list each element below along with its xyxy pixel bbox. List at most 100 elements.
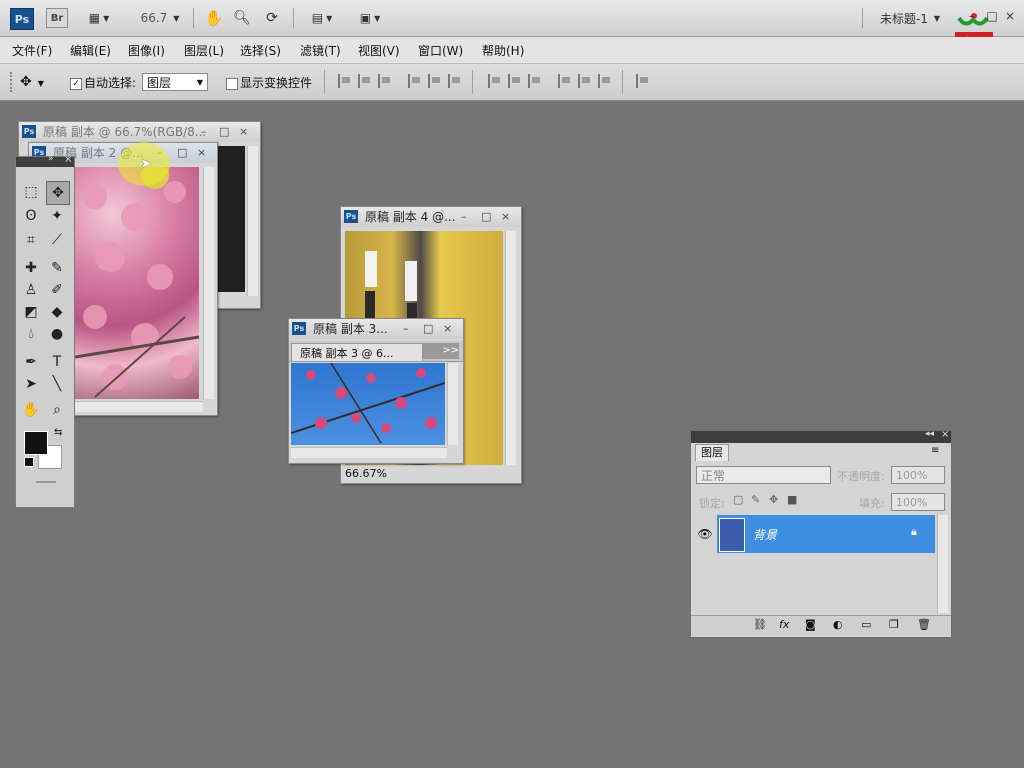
- minimize-icon[interactable]: –: [201, 122, 207, 142]
- eyedropper-tool-icon[interactable]: ⟋: [46, 229, 68, 251]
- type-tool-icon[interactable]: T: [46, 351, 68, 373]
- eraser-tool-icon[interactable]: ◩: [20, 301, 42, 323]
- menu-help[interactable]: 帮助(H): [482, 42, 524, 59]
- distribute-right-icon[interactable]: [598, 74, 612, 88]
- maximize-window-button[interactable]: □: [986, 6, 998, 26]
- menu-view[interactable]: 视图(V): [358, 42, 400, 59]
- layers-panel-header[interactable]: ◂◂ ×: [691, 429, 951, 443]
- hand-tool-icon[interactable]: ✋: [20, 399, 42, 421]
- brush-tool-icon[interactable]: ✎: [46, 257, 68, 279]
- rotate-view-icon[interactable]: ⟳: [262, 8, 282, 28]
- menu-layer[interactable]: 图层(L): [184, 42, 224, 59]
- layer-style-icon[interactable]: fx: [779, 618, 789, 631]
- default-colors-icon[interactable]: [24, 457, 34, 467]
- maximize-icon[interactable]: □: [177, 143, 187, 163]
- fill-input[interactable]: 100%: [891, 493, 945, 511]
- auto-select-target-dropdown[interactable]: 图层 ▼: [142, 73, 208, 91]
- history-brush-tool-icon[interactable]: ✐: [46, 279, 68, 301]
- menu-window[interactable]: 窗口(W): [418, 42, 463, 59]
- horizontal-scrollbar[interactable]: [291, 447, 447, 458]
- close-icon[interactable]: ×: [941, 429, 949, 440]
- close-icon[interactable]: ×: [197, 143, 206, 163]
- distribute-left-icon[interactable]: [558, 74, 572, 88]
- tab-layers[interactable]: 图层: [695, 444, 729, 461]
- vertical-scrollbar[interactable]: [447, 363, 458, 445]
- menu-select[interactable]: 选择(S): [240, 42, 281, 59]
- zoom-level-dropdown[interactable]: 66.7 ▼: [138, 8, 182, 28]
- close-icon[interactable]: ×: [64, 154, 72, 165]
- document-tab[interactable]: 原稿 副本 3 @ 6...: [291, 343, 423, 361]
- paint-bucket-tool-icon[interactable]: ◆: [46, 301, 68, 323]
- clone-stamp-tool-icon[interactable]: ♙: [20, 279, 42, 301]
- adjustment-layer-icon[interactable]: ◐: [833, 618, 843, 631]
- new-layer-icon[interactable]: ❐: [889, 618, 899, 631]
- distribute-vertical-center-icon[interactable]: [508, 74, 522, 88]
- path-selection-tool-icon[interactable]: ➤: [20, 373, 42, 395]
- collapse-icon[interactable]: »: [48, 154, 54, 164]
- delete-layer-icon[interactable]: 🗑︎: [917, 618, 931, 631]
- vertical-scrollbar[interactable]: [203, 167, 214, 399]
- zoom-tool-icon[interactable]: ⌕: [46, 399, 68, 421]
- screen-mode-button[interactable]: ▣ ▼: [352, 8, 388, 28]
- blend-mode-dropdown[interactable]: 正常: [696, 466, 831, 484]
- menu-filter[interactable]: 滤镜(T): [300, 42, 341, 59]
- lock-all-icon[interactable]: ■: [787, 493, 797, 506]
- marquee-tool-icon[interactable]: ⬚: [20, 181, 42, 203]
- collapse-icon[interactable]: ◂◂: [925, 429, 934, 439]
- lock-position-icon[interactable]: ✥: [769, 493, 778, 506]
- vertical-scrollbar[interactable]: [505, 231, 516, 465]
- align-horizontal-center-icon[interactable]: [428, 74, 442, 88]
- panel-menu-icon[interactable]: ≡: [931, 445, 939, 456]
- more-tabs-button[interactable]: >>: [423, 343, 459, 359]
- close-icon[interactable]: ×: [443, 319, 452, 339]
- opacity-input[interactable]: 100%: [891, 466, 945, 484]
- swap-colors-icon[interactable]: ⇆: [54, 427, 62, 438]
- horizontal-scrollbar[interactable]: [75, 401, 203, 412]
- zoom-tool-icon[interactable]: 🔍︎: [232, 8, 252, 28]
- distribute-horizontal-center-icon[interactable]: [578, 74, 592, 88]
- blur-tool-icon[interactable]: 💧︎: [20, 323, 42, 345]
- distribute-bottom-icon[interactable]: [528, 74, 542, 88]
- options-grip[interactable]: [10, 72, 14, 92]
- document-window-copy-3[interactable]: Ps 原稿 副本 3... – □ × 原稿 副本 3 @ 6... >>: [288, 318, 464, 464]
- auto-select-checkbox[interactable]: ✓ 自动选择:: [70, 74, 136, 91]
- vertical-scrollbar[interactable]: [937, 515, 948, 613]
- tool-preset-picker[interactable]: ✥ ▼: [20, 72, 60, 92]
- move-tool-icon[interactable]: ✥: [46, 181, 70, 205]
- align-vertical-center-icon[interactable]: [358, 74, 372, 88]
- crop-tool-icon[interactable]: ⌗: [20, 229, 42, 251]
- view-extras-button[interactable]: ▦ ▼: [82, 8, 116, 28]
- close-icon[interactable]: ×: [239, 122, 248, 142]
- maximize-icon[interactable]: □: [481, 207, 491, 227]
- align-bottom-icon[interactable]: [378, 74, 392, 88]
- auto-align-layers-icon[interactable]: [636, 74, 650, 88]
- menu-edit[interactable]: 编辑(E): [70, 42, 111, 59]
- zoom-status[interactable]: 66.67%: [345, 467, 387, 480]
- tools-panel-header[interactable]: » ×: [16, 154, 74, 167]
- layer-name[interactable]: 背景: [753, 526, 777, 543]
- new-group-icon[interactable]: ▭: [861, 618, 871, 631]
- quick-mask-icon[interactable]: [36, 481, 56, 483]
- align-right-icon[interactable]: [448, 74, 462, 88]
- maximize-icon[interactable]: □: [423, 319, 433, 339]
- hand-tool-icon[interactable]: ✋: [204, 8, 224, 28]
- layer-mask-icon[interactable]: ◙: [805, 618, 816, 631]
- magic-wand-tool-icon[interactable]: ✦: [46, 205, 68, 227]
- lock-transparent-icon[interactable]: ▢: [733, 493, 743, 506]
- minimize-icon[interactable]: –: [461, 207, 467, 227]
- minimize-icon[interactable]: –: [403, 319, 409, 339]
- align-left-icon[interactable]: [408, 74, 422, 88]
- bridge-button[interactable]: Br: [46, 8, 68, 28]
- link-layers-icon[interactable]: ⛓: [753, 618, 767, 631]
- lasso-tool-icon[interactable]: ʘ: [20, 205, 42, 227]
- pen-tool-icon[interactable]: ✒: [20, 351, 42, 373]
- align-top-icon[interactable]: [338, 74, 352, 88]
- layer-row-background[interactable]: 背景 🔒︎: [717, 515, 935, 553]
- healing-brush-tool-icon[interactable]: ✚: [20, 257, 42, 279]
- close-icon[interactable]: ×: [501, 207, 510, 227]
- document-title-bar[interactable]: Ps 原稿 副本 3...: [289, 319, 463, 339]
- show-transform-controls-checkbox[interactable]: 显示变换控件: [226, 74, 312, 91]
- arrange-documents-button[interactable]: ▤ ▼: [304, 8, 340, 28]
- vertical-scrollbar[interactable]: [247, 146, 258, 296]
- close-window-button[interactable]: ×: [1004, 6, 1016, 26]
